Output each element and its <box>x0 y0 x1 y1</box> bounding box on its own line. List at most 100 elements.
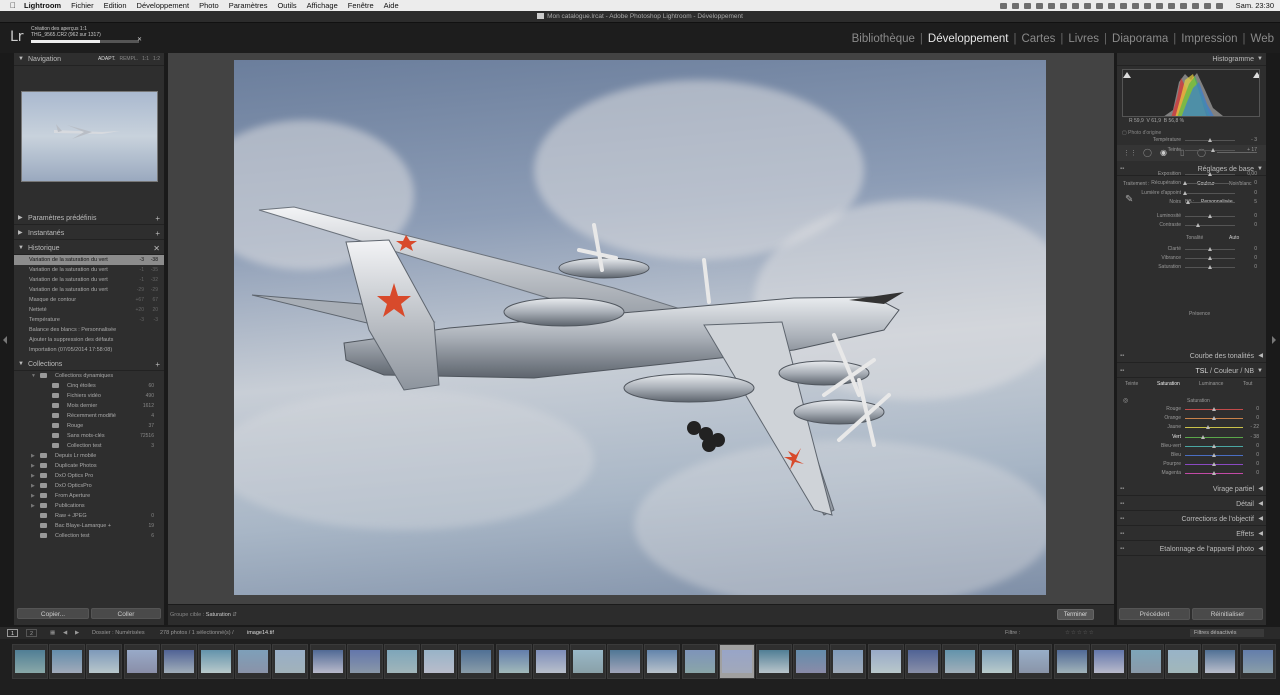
collection-item[interactable]: Bac Blaye-Lamarque + 19 <box>14 521 164 531</box>
collection-item[interactable]: ▶ Duplicate Photos <box>14 461 164 471</box>
filmstrip-thumbnail[interactable] <box>86 644 123 679</box>
history-item[interactable]: Ajouter la suppression des défauts <box>14 335 164 345</box>
hsl-slider-knob[interactable] <box>1200 434 1205 439</box>
history-item[interactable]: Variation de la saturation du vert -3 -38 <box>14 255 164 265</box>
add-collection-icon[interactable]: + <box>155 358 160 371</box>
navigator-mode[interactable]: 1:2 <box>153 53 160 66</box>
filmstrip-thumbnail[interactable] <box>979 644 1016 679</box>
filmstrip-thumbnail[interactable] <box>495 644 532 679</box>
filmstrip-thumbnail[interactable] <box>198 644 234 679</box>
history-item[interactable]: Importation (07/05/2014 17:58:08) <box>14 345 164 355</box>
hsl-slider-track[interactable] <box>1185 425 1243 430</box>
slider-knob[interactable] <box>1208 172 1212 176</box>
collection-item[interactable]: Cinq étoiles 60 <box>14 381 164 391</box>
collection-item[interactable]: Fichiers vidéo 490 <box>14 391 164 401</box>
hsl-slider-track[interactable] <box>1185 434 1243 439</box>
detail-header[interactable]: ▪▪ Détail ◀ <box>1117 498 1266 511</box>
bw-title[interactable]: NB <box>1244 368 1254 375</box>
panel-toggle-icon[interactable]: ▪▪ <box>1120 483 1124 496</box>
history-header[interactable]: ▼ Historique ✕ <box>14 242 164 255</box>
filmstrip-thumbnail[interactable] <box>756 644 792 679</box>
filmstrip-thumbnail[interactable] <box>49 644 86 679</box>
filmstrip-thumbnail[interactable] <box>1053 644 1090 679</box>
module-6[interactable]: Web <box>1251 33 1274 45</box>
hsl-slider-knob[interactable] <box>1212 407 1216 411</box>
filmstrip-thumbnail[interactable] <box>384 644 420 679</box>
hsl-slider-knob[interactable] <box>1212 443 1216 448</box>
reset-button[interactable]: Réinitialiser <box>1192 608 1263 620</box>
filter-dropdown[interactable]: Filtres désactivés <box>1190 629 1264 637</box>
navigator-header[interactable]: ▼ Navigation ADAPT. REMPL. 1:1 1:2 <box>14 53 164 66</box>
collections-header[interactable]: ▼ Collections + <box>14 358 164 371</box>
history-item[interactable]: Masque de contour +67 67 <box>14 295 164 305</box>
hsl-slider-track[interactable] <box>1185 443 1243 448</box>
slider-track[interactable] <box>1185 223 1235 227</box>
slider-track[interactable] <box>1185 172 1235 176</box>
collection-item[interactable]: ▶ DxO Optics Pro <box>14 471 164 481</box>
histogram-header[interactable]: Histogramme ▼ <box>1117 53 1266 66</box>
split-toning-header[interactable]: ▪▪ Virage partiel ◀ <box>1117 483 1266 496</box>
hsl-slider-value[interactable]: 0 <box>1243 415 1259 421</box>
filmstrip-thumbnail[interactable] <box>160 644 197 679</box>
navigator-mode[interactable]: 1:1 <box>142 53 149 66</box>
collection-arrow-icon[interactable]: ▼ <box>31 371 36 381</box>
hsl-slider-value[interactable]: 0 <box>1243 452 1259 458</box>
window-1-button[interactable]: 1 <box>7 629 18 637</box>
collection-item[interactable]: Rouge 37 <box>14 421 164 431</box>
navigator-mode[interactable]: ADAPT. <box>98 53 116 66</box>
rating-filter-icon[interactable]: ☆☆☆☆☆ <box>1065 627 1095 639</box>
effects-header[interactable]: ▪▪ Effets ◀ <box>1117 528 1266 541</box>
module-1[interactable]: Développement <box>928 33 1009 45</box>
menu-app[interactable]: Lightroom <box>24 1 61 10</box>
done-button[interactable]: Terminer <box>1057 609 1094 620</box>
hsl-slider-value[interactable]: 0 <box>1243 461 1259 467</box>
collection-item[interactable]: Collection test 3 <box>14 441 164 451</box>
collection-arrow-icon[interactable]: ▶ <box>31 501 35 511</box>
slider-track[interactable] <box>1183 181 1235 185</box>
main-photo[interactable] <box>234 60 1046 595</box>
clock[interactable]: Sam. 23:30 <box>1236 1 1274 10</box>
dropdown-icon[interactable]: ⇵ <box>232 612 237 618</box>
panel-toggle-icon[interactable]: ▪▪ <box>1120 543 1124 556</box>
menu-item[interactable]: Aide <box>384 1 399 10</box>
hsl-slider-value[interactable]: 0 <box>1243 470 1259 476</box>
filmstrip-thumbnail[interactable] <box>904 644 941 679</box>
module-5[interactable]: Impression <box>1181 33 1237 45</box>
slider-value[interactable]: 5 <box>1241 199 1257 205</box>
slider-value[interactable]: 0 <box>1241 222 1257 228</box>
target-adjust-icon[interactable]: ◎ <box>1123 397 1128 404</box>
auto-tone-button[interactable]: Auto <box>1229 235 1239 241</box>
add-preset-icon[interactable]: + <box>155 212 160 225</box>
collection-arrow-icon[interactable]: ▶ <box>31 481 35 491</box>
histogram-graph[interactable] <box>1122 69 1260 117</box>
filmstrip-thumbnail[interactable] <box>1090 644 1127 679</box>
slider-knob[interactable] <box>1208 247 1212 251</box>
filmstrip-thumbnail[interactable] <box>272 644 309 679</box>
left-panel-toggle-icon[interactable] <box>3 336 7 344</box>
slider-value[interactable]: 0 <box>1241 213 1257 219</box>
hsl-slider-track[interactable] <box>1185 407 1243 411</box>
panel-toggle-icon[interactable]: ▪▪ <box>1120 365 1124 378</box>
module-3[interactable]: Livres <box>1068 33 1099 45</box>
slider-track[interactable] <box>1185 138 1235 142</box>
presets-header[interactable]: ▶ Paramètres prédéfinis + <box>14 212 164 225</box>
filmstrip-thumbnail[interactable] <box>1239 644 1276 679</box>
slider-track[interactable] <box>1185 214 1235 218</box>
forward-arrow-icon[interactable]: ▶ <box>75 627 79 639</box>
hsl-slider-track[interactable] <box>1185 453 1243 457</box>
slider-track[interactable] <box>1185 256 1235 260</box>
slider-track[interactable] <box>1185 200 1235 204</box>
slider-value[interactable]: 0 <box>1241 180 1257 186</box>
camera-calibration-header[interactable]: ▪▪ Etalonnage de l'appareil photo ◀ <box>1117 543 1266 556</box>
filmstrip-thumbnail[interactable] <box>681 644 718 679</box>
menu-item[interactable]: Paramètres <box>229 1 268 10</box>
window-2-button[interactable]: 2 <box>26 629 37 637</box>
filmstrip-thumbnail[interactable] <box>644 644 681 679</box>
hsl-tab[interactable]: Luminance <box>1199 381 1223 387</box>
hsl-slider-track[interactable] <box>1185 471 1243 476</box>
collection-item[interactable]: Récemment modifié 4 <box>14 411 164 421</box>
collection-item[interactable]: ▼ Collections dynamiques <box>14 371 164 381</box>
hsl-slider-knob[interactable] <box>1205 425 1210 430</box>
folder-source[interactable]: Dossier : Numérisées <box>92 627 145 639</box>
slider-value[interactable]: 0 <box>1241 246 1257 252</box>
